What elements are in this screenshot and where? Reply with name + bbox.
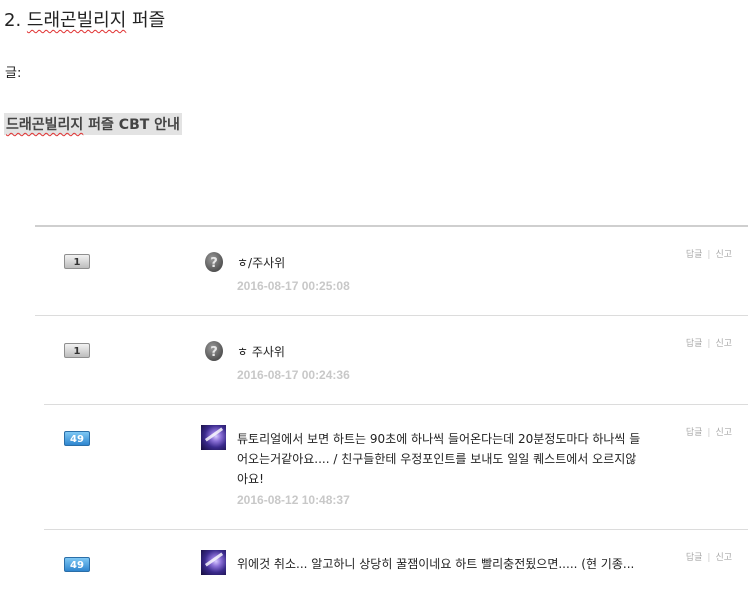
reply-link[interactable]: 답글 [686, 250, 703, 260]
comment-item: 49 답글 | 신고 튜토리얼에서 보면 하트는 90초에 하나씩 들어온다는데 2… [44, 405, 748, 530]
level-badge: 1 [64, 343, 90, 358]
level-badge: 49 [64, 431, 90, 446]
action-separator: | [707, 339, 711, 349]
question-egg-icon: ? [205, 341, 223, 361]
reply-link[interactable]: 답글 [686, 428, 703, 438]
title-number: 2. [4, 10, 22, 31]
comment-list: 1 ? 답글 | 신고 ㅎ/주사위 2016-08-17 00:25:08 1 ? … [35, 225, 748, 593]
comment-date: 2016-08-17 00:24:36 [237, 368, 350, 382]
svg-text:?: ? [210, 345, 218, 360]
title-game-name: 드래곤빌리지 [26, 10, 127, 31]
page-title: 2. 드래곤빌리지 퍼즐 [4, 6, 165, 32]
level-badge: 49 [64, 557, 90, 572]
comment-actions: 답글 | 신고 [686, 425, 732, 438]
report-link[interactable]: 신고 [715, 428, 732, 438]
page: 2. 드래곤빌리지 퍼즐 글: 드래곤빌리지 퍼즐 CBT 안내 1 ? 답글 |… [0, 0, 748, 593]
reply-link[interactable]: 답글 [686, 553, 703, 563]
svg-text:?: ? [210, 256, 218, 271]
comment-actions: 답글 | 신고 [686, 336, 732, 349]
post-label: 글: [5, 66, 22, 81]
comment-item: 1 ? 답글 | 신고 ㅎ/주사위 2016-08-17 00:25:08 [35, 227, 748, 316]
notice-rest: 퍼즐 CBT 안내 [83, 117, 180, 133]
report-link[interactable]: 신고 [715, 553, 732, 563]
level-badge: 1 [64, 254, 90, 269]
comment-date: 2016-08-12 10:48:37 [237, 493, 350, 507]
comment-item: 1 ? 답글 | 신고 ㅎ 주사위 2016-08-17 00:24:36 [44, 316, 748, 405]
notice-game-name: 드래곤빌리지 [6, 117, 84, 133]
question-egg-icon: ? [205, 252, 223, 272]
comment-text: 튜토리얼에서 보면 하트는 90초에 하나씩 들어온다는데 20분정도마다 하나… [237, 432, 641, 486]
user-avatar [201, 550, 226, 575]
reply-link[interactable]: 답글 [686, 339, 703, 349]
comment-date: 2016-08-17 00:25:08 [237, 279, 350, 293]
action-separator: | [707, 428, 711, 438]
action-separator: | [707, 553, 711, 563]
comment-text: ㅎ 주사위 [237, 345, 285, 359]
action-separator: | [707, 250, 711, 260]
user-avatar [201, 425, 226, 450]
comment-actions: 답글 | 신고 [686, 247, 732, 260]
title-rest: 퍼즐 [132, 10, 166, 31]
report-link[interactable]: 신고 [715, 250, 732, 260]
comment-actions: 답글 | 신고 [686, 550, 732, 563]
post-link[interactable]: 드래곤빌리지 퍼즐 CBT 안내 [4, 113, 182, 135]
report-link[interactable]: 신고 [715, 339, 732, 349]
comment-item: 49 답글 | 신고 위에것 취소... 알고하니 상당히 꿀잼이네요 하트 빨리충… [44, 530, 748, 593]
comment-text: 위에것 취소... 알고하니 상당히 꿀잼이네요 하트 빨리충전됬으면.....… [237, 557, 635, 571]
comment-text: ㅎ/주사위 [237, 256, 286, 270]
